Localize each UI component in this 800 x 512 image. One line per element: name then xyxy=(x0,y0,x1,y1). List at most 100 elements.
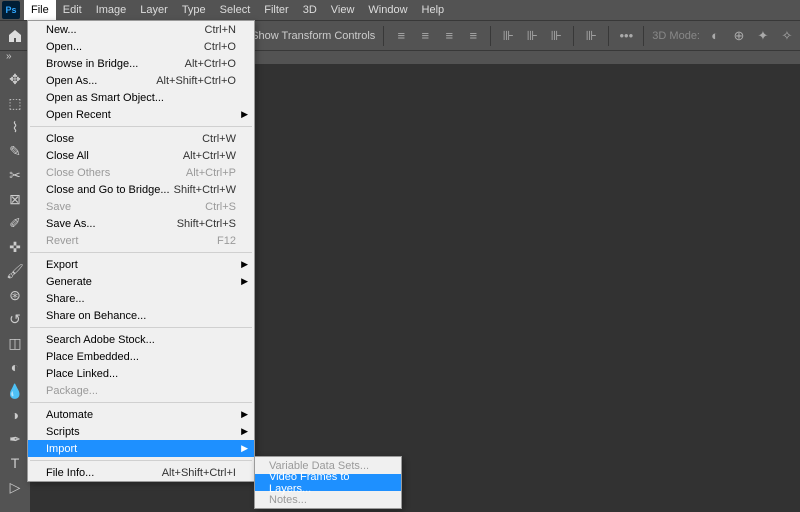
menu-item[interactable]: Automate▶ xyxy=(28,406,254,423)
align-icon[interactable]: ≡ xyxy=(464,27,482,45)
menu-3d[interactable]: 3D xyxy=(296,0,324,20)
wand-tool-icon[interactable]: ✎ xyxy=(3,140,27,162)
menu-item: Close OthersAlt+Ctrl+P xyxy=(28,164,254,181)
submenu-item[interactable]: Video Frames to Layers... xyxy=(255,474,401,491)
menu-item-label: Search Adobe Stock... xyxy=(46,334,236,346)
history-brush-icon[interactable]: ↺ xyxy=(3,308,27,330)
menu-item[interactable]: Close and Go to Bridge...Shift+Ctrl+W xyxy=(28,181,254,198)
menu-item[interactable]: Share on Behance... xyxy=(28,307,254,324)
menu-separator xyxy=(30,327,252,328)
brush-tool-icon[interactable]: 🖌 xyxy=(3,260,27,282)
menu-item-label: Close Others xyxy=(46,167,186,179)
menu-item-label: Open as Smart Object... xyxy=(46,92,236,104)
menu-item[interactable]: CloseCtrl+W xyxy=(28,130,254,147)
align-center-icon[interactable]: ≡ xyxy=(416,27,434,45)
transform-controls-label[interactable]: Show Transform Controls xyxy=(251,30,375,42)
menu-shortcut: Ctrl+S xyxy=(205,201,236,213)
menu-shortcut: Alt+Shift+Ctrl+O xyxy=(156,75,236,87)
crop-tool-icon[interactable]: ✂ xyxy=(3,164,27,186)
tools-panel: ✥ ⬚ ⌇ ✎ ✂ ⊠ ✐ ✜ 🖌 ⊛ ↺ ◫ ◐ 💧 ◑ ✒ T ▷ xyxy=(0,64,30,512)
align-right-icon[interactable]: ≡ xyxy=(440,27,458,45)
menu-edit[interactable]: Edit xyxy=(56,0,89,20)
submenu-arrow-icon: ▶ xyxy=(241,259,248,270)
menu-view[interactable]: View xyxy=(324,0,362,20)
menu-item[interactable]: Export▶ xyxy=(28,256,254,273)
frame-tool-icon[interactable]: ⊠ xyxy=(3,188,27,210)
menu-item[interactable]: Import▶ xyxy=(28,440,254,457)
separator xyxy=(643,26,644,46)
menu-item[interactable]: Open Recent▶ xyxy=(28,106,254,123)
gradient-tool-icon[interactable]: ◐ xyxy=(3,356,27,378)
distribute-icon[interactable]: ⊪ xyxy=(499,27,517,45)
menu-item-label: Save As... xyxy=(46,218,177,230)
menu-separator xyxy=(30,252,252,253)
menu-item[interactable]: Open...Ctrl+O xyxy=(28,38,254,55)
menu-item[interactable]: Place Embedded... xyxy=(28,348,254,365)
menu-shortcut: Ctrl+O xyxy=(204,41,236,53)
menu-shortcut: Alt+Shift+Ctrl+I xyxy=(162,467,236,479)
menu-item[interactable]: Open as Smart Object... xyxy=(28,89,254,106)
3d-roll-icon[interactable]: ⊕ xyxy=(730,27,748,45)
menu-item-label: Close All xyxy=(46,150,183,162)
menu-item-label: Scripts xyxy=(46,426,236,438)
separator xyxy=(608,26,609,46)
home-icon[interactable] xyxy=(4,25,26,47)
menu-item-label: Revert xyxy=(46,235,217,247)
menu-item[interactable]: Open As...Alt+Shift+Ctrl+O xyxy=(28,72,254,89)
3d-slide-icon[interactable]: ✧ xyxy=(778,27,796,45)
menu-item[interactable]: Search Adobe Stock... xyxy=(28,331,254,348)
3d-orbit-icon[interactable]: ◐ xyxy=(706,27,724,45)
heal-tool-icon[interactable]: ✜ xyxy=(3,236,27,258)
more-icon[interactable]: ••• xyxy=(617,27,635,45)
distribute-icon[interactable]: ⊪ xyxy=(547,27,565,45)
lasso-tool-icon[interactable]: ⌇ xyxy=(3,116,27,138)
menu-item[interactable]: Generate▶ xyxy=(28,273,254,290)
dodge-tool-icon[interactable]: ◑ xyxy=(3,404,27,426)
menu-filter[interactable]: Filter xyxy=(257,0,295,20)
separator xyxy=(573,26,574,46)
menu-window[interactable]: Window xyxy=(361,0,414,20)
menu-select[interactable]: Select xyxy=(213,0,258,20)
align-left-icon[interactable]: ≡ xyxy=(392,27,410,45)
menu-item-label: Browse in Bridge... xyxy=(46,58,185,70)
menu-item[interactable]: Share... xyxy=(28,290,254,307)
menu-item[interactable]: Browse in Bridge...Alt+Ctrl+O xyxy=(28,55,254,72)
marquee-tool-icon[interactable]: ⬚ xyxy=(3,92,27,114)
move-tool-icon[interactable]: ✥ xyxy=(3,68,27,90)
menu-image[interactable]: Image xyxy=(89,0,134,20)
menu-item[interactable]: Close AllAlt+Ctrl+W xyxy=(28,147,254,164)
menu-type[interactable]: Type xyxy=(175,0,213,20)
distribute-icon[interactable]: ⊪ xyxy=(523,27,541,45)
menu-item-label: Close xyxy=(46,133,202,145)
menu-shortcut: Ctrl+N xyxy=(205,24,236,36)
stamp-tool-icon[interactable]: ⊛ xyxy=(3,284,27,306)
path-tool-icon[interactable]: ▷ xyxy=(3,476,27,498)
menu-item-label: Share on Behance... xyxy=(46,310,236,322)
menu-item[interactable]: New...Ctrl+N xyxy=(28,21,254,38)
menu-item-label: Automate xyxy=(46,409,236,421)
type-tool-icon[interactable]: T xyxy=(3,452,27,474)
menu-shortcut: Ctrl+W xyxy=(202,133,236,145)
menu-item[interactable]: Scripts▶ xyxy=(28,423,254,440)
submenu-arrow-icon: ▶ xyxy=(241,109,248,120)
distribute-icon[interactable]: ⊪ xyxy=(582,27,600,45)
menu-item: Package... xyxy=(28,382,254,399)
3d-pan-icon[interactable]: ✦ xyxy=(754,27,772,45)
menu-shortcut: Shift+Ctrl+W xyxy=(174,184,236,196)
menu-item-label: Open As... xyxy=(46,75,156,87)
menu-help[interactable]: Help xyxy=(415,0,452,20)
menu-item[interactable]: Place Linked... xyxy=(28,365,254,382)
menu-item-label: Close and Go to Bridge... xyxy=(46,184,174,196)
menu-layer[interactable]: Layer xyxy=(133,0,175,20)
eyedropper-tool-icon[interactable]: ✐ xyxy=(3,212,27,234)
eraser-tool-icon[interactable]: ◫ xyxy=(3,332,27,354)
menu-item: SaveCtrl+S xyxy=(28,198,254,215)
menu-item: RevertF12 xyxy=(28,232,254,249)
menu-item[interactable]: Save As...Shift+Ctrl+S xyxy=(28,215,254,232)
menu-item-label: Share... xyxy=(46,293,236,305)
pen-tool-icon[interactable]: ✒ xyxy=(3,428,27,450)
blur-tool-icon[interactable]: 💧 xyxy=(3,380,27,402)
menu-item-label: Import xyxy=(46,443,236,455)
menu-item[interactable]: File Info...Alt+Shift+Ctrl+I xyxy=(28,464,254,481)
menu-file[interactable]: File xyxy=(24,0,56,20)
